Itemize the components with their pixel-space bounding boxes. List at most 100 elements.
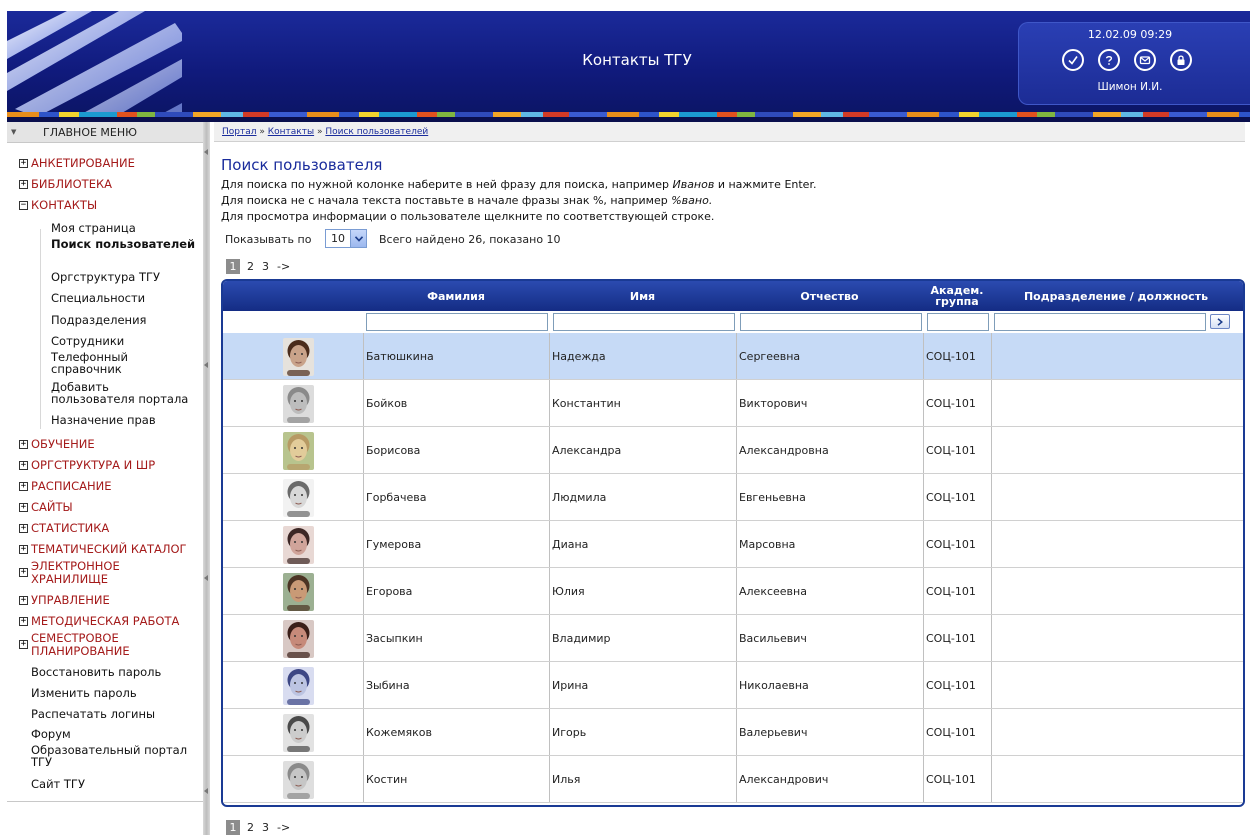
breadcrumb-user-search[interactable]: Поиск пользователей: [325, 127, 428, 137]
table-row[interactable]: Гумерова Диана Марсовна СОЦ-101: [223, 521, 1243, 568]
next-page-button[interactable]: ->: [276, 821, 291, 834]
menu-section-management[interactable]: + УПРАВЛЕНИЕ: [19, 594, 110, 607]
cell-middlename: Сергеевна: [739, 349, 801, 363]
cell-department: [991, 756, 1241, 802]
menu-section-label: УПРАВЛЕНИЕ: [31, 593, 110, 607]
next-page-button[interactable]: ->: [276, 260, 291, 273]
page-2-button[interactable]: 2: [246, 821, 255, 834]
page-3-button[interactable]: 3: [261, 821, 270, 834]
check-icon[interactable]: [1062, 49, 1084, 71]
department-filter-input[interactable]: [994, 313, 1206, 331]
splitter-arrow-icon: [204, 788, 208, 794]
menu-section-catalog[interactable]: + ТЕМАТИЧЕСКИЙ КАТАЛОГ: [19, 543, 187, 556]
breadcrumb-separator: »: [316, 127, 323, 137]
sidebar-item-my-page[interactable]: Моя страница: [51, 222, 196, 234]
results-count: Всего найдено 26, показано 10: [379, 233, 561, 246]
cell-firstname: Ирина: [552, 678, 589, 692]
col-middlename-header[interactable]: Отчество: [736, 281, 923, 311]
sidebar-item-departments[interactable]: Подразделения: [51, 314, 196, 326]
breadcrumb-separator: »: [259, 127, 265, 137]
user-photo: [283, 338, 314, 376]
cell-department: [991, 427, 1241, 473]
cell-middlename: Евгеньевна: [739, 490, 806, 504]
cell-department: [991, 709, 1241, 755]
middlename-filter-input[interactable]: [740, 313, 922, 331]
expand-icon: +: [19, 439, 28, 449]
page-1-button[interactable]: 1: [226, 820, 240, 835]
cell-group: СОЦ-101: [926, 678, 976, 692]
mail-icon[interactable]: [1134, 49, 1156, 71]
cell-group: СОЦ-101: [926, 772, 976, 786]
breadcrumb-portal[interactable]: Портал: [222, 127, 257, 137]
cell-firstname: Людмила: [552, 490, 607, 504]
table-row[interactable]: Засыпкин Владимир Васильевич СОЦ-101: [223, 615, 1243, 662]
table-row[interactable]: Батюшкина Надежда Сергеевна СОЦ-101: [223, 333, 1243, 380]
cell-middlename: Викторович: [739, 396, 808, 410]
group-filter-input[interactable]: [927, 313, 989, 331]
instruction-example: Иванов: [672, 178, 715, 191]
col-department-header[interactable]: Подразделение / должность: [991, 281, 1241, 311]
edu-portal-link[interactable]: Образовательный портал ТГУ: [31, 744, 196, 768]
main-menu-header[interactable]: ▼ ГЛАВНОЕ МЕНЮ: [7, 122, 203, 143]
sidebar-item-employees[interactable]: Сотрудники: [51, 335, 196, 347]
username: Шимон И.И.: [1097, 81, 1163, 93]
menu-section-sites[interactable]: + САЙТЫ: [19, 501, 73, 514]
print-logins-link[interactable]: Распечатать логины: [31, 708, 196, 720]
menu-section-library[interactable]: + БИБЛИОТЕКА: [19, 178, 112, 191]
table-row[interactable]: Бойков Константин Викторович СОЦ-101: [223, 380, 1243, 427]
user-photo: [283, 667, 314, 705]
expand-icon: +: [19, 544, 28, 554]
table-row[interactable]: Зыбина Ирина Николаевна СОЦ-101: [223, 662, 1243, 709]
menu-section-education[interactable]: + ОБУЧЕНИЕ: [19, 438, 95, 451]
cell-middlename: Алексеевна: [739, 584, 807, 598]
instruction-text: и нажмите Enter.: [714, 178, 817, 191]
instruction-line-2: Для поиска не с начала текста поставьте …: [221, 194, 712, 207]
page-3-button[interactable]: 3: [261, 260, 270, 273]
help-icon[interactable]: [1098, 49, 1120, 71]
sidebar-item-org-structure[interactable]: Оргструктура ТГУ: [51, 271, 196, 283]
chevron-down-icon[interactable]: [350, 230, 366, 247]
change-password-link[interactable]: Изменить пароль: [31, 687, 196, 699]
restore-password-link[interactable]: Восстановить пароль: [31, 666, 196, 678]
menu-section-semester-planning[interactable]: + СЕМЕСТРОВОЕ ПЛАНИРОВАНИЕ: [19, 632, 139, 658]
per-page-select[interactable]: 10: [325, 229, 367, 248]
menu-section-schedule[interactable]: + РАСПИСАНИЕ: [19, 480, 112, 493]
sidebar-item-phonebook[interactable]: Телефонный справочник: [51, 351, 196, 375]
table-row[interactable]: Горбачева Людмила Евгеньевна СОЦ-101: [223, 474, 1243, 521]
table-row[interactable]: Егорова Юлия Алексеевна СОЦ-101: [223, 568, 1243, 615]
col-firstname-header[interactable]: Имя: [549, 281, 736, 311]
sidebar-item-permissions[interactable]: Назначение прав: [51, 414, 196, 426]
menu-section-statistics[interactable]: + СТАТИСТИКА: [19, 522, 109, 535]
table-row[interactable]: Кожемяков Игорь Валерьевич СОЦ-101: [223, 709, 1243, 756]
firstname-filter-input[interactable]: [553, 313, 735, 331]
sidebar-item-specialties[interactable]: Специальности: [51, 292, 196, 304]
splitter-arrow-icon: [204, 149, 208, 155]
col-lastname-header[interactable]: Фамилия: [363, 281, 549, 311]
sidebar-splitter[interactable]: [203, 122, 210, 835]
breadcrumb-contacts[interactable]: Контакты: [268, 127, 314, 137]
page-2-button[interactable]: 2: [246, 260, 255, 273]
table-row[interactable]: Костин Илья Александрович СОЦ-101: [223, 756, 1243, 803]
menu-section-storage[interactable]: + ЭЛЕКТРОННОЕ ХРАНИЛИЩЕ: [19, 560, 139, 586]
forum-link[interactable]: Форум: [31, 728, 196, 740]
col-photo-header: [223, 281, 363, 311]
expand-icon: +: [19, 567, 28, 577]
menu-section-label: ОБУЧЕНИЕ: [31, 437, 95, 451]
expand-icon: +: [19, 502, 28, 512]
menu-section-label: РАСПИСАНИЕ: [31, 479, 112, 493]
menu-section-methodical[interactable]: + МЕТОДИЧЕСКАЯ РАБОТА: [19, 615, 179, 628]
menu-section-org-staff[interactable]: + ОРГСТРУКТУРА И ШР: [19, 459, 155, 472]
instruction-line-1: Для поиска по нужной колонке наберите в …: [221, 178, 816, 191]
filter-apply-button[interactable]: [1210, 314, 1230, 329]
lastname-filter-input[interactable]: [366, 313, 548, 331]
col-group-header[interactable]: Академ. группа: [923, 281, 991, 311]
lock-icon[interactable]: [1170, 49, 1192, 71]
sidebar-item-add-user[interactable]: Добавить пользователя портала: [51, 381, 196, 405]
expand-icon: +: [19, 639, 28, 649]
sidebar-item-user-search[interactable]: Поиск пользователей: [51, 238, 196, 250]
page-1-button[interactable]: 1: [226, 259, 240, 274]
menu-section-surveys[interactable]: + АНКЕТИРОВАНИЕ: [19, 157, 135, 170]
menu-section-contacts[interactable]: − КОНТАКТЫ: [19, 199, 97, 212]
table-row[interactable]: Борисова Александра Александровна СОЦ-101: [223, 427, 1243, 474]
tsu-site-link[interactable]: Сайт ТГУ: [31, 778, 196, 790]
